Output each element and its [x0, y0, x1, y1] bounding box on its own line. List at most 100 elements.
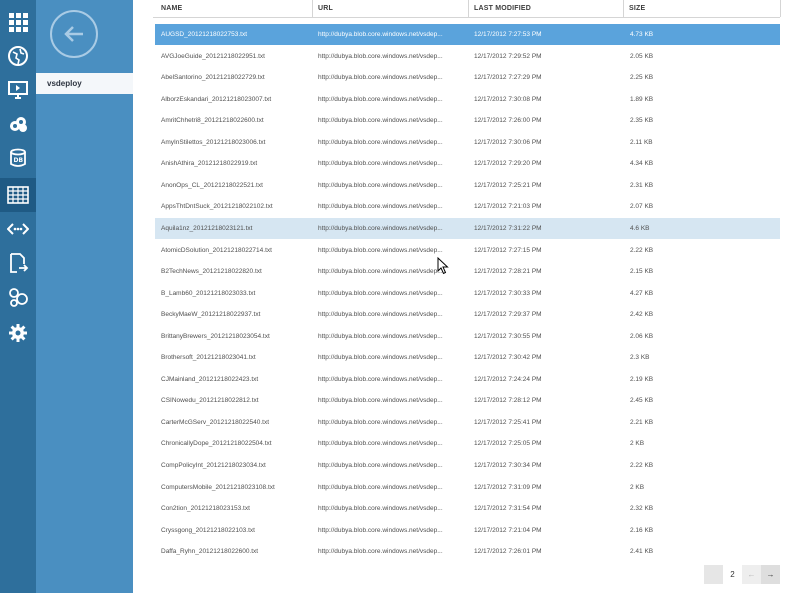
table-row[interactable]: AbelSantorino_20121218022729.txt http://d… — [155, 67, 780, 88]
table-row[interactable]: AlborzEskandari_20121218023007.txt http:/… — [155, 89, 780, 110]
cell-size: 4.6 KB — [630, 224, 650, 232]
table-row[interactable]: CJMainland_20121218022423.txt http://duby… — [155, 369, 780, 390]
table-row[interactable]: AnonOps_CL_20121218022521.txt http://duby… — [155, 175, 780, 196]
cell-last-modified: 12/17/2012 7:26:01 PM — [474, 548, 542, 556]
table-row[interactable]: ChronicallyDope_20121218022504.txt http:/… — [155, 433, 780, 454]
cell-size: 2.25 KB — [630, 74, 654, 82]
cell-last-modified: 12/17/2012 7:25:05 PM — [474, 440, 542, 448]
column-header-name[interactable]: NAME — [156, 0, 313, 17]
cell-name: AppsThtDntSuck_20121218022102.txt — [161, 203, 273, 211]
back-button[interactable] — [50, 10, 98, 58]
cell-last-modified: 12/17/2012 7:27:29 PM — [474, 74, 542, 82]
table-row[interactable]: Daffa_Ryhn_20121218022600.txt http://duby… — [155, 541, 780, 562]
column-header-url[interactable]: URL — [313, 0, 469, 17]
hdinsight-icon[interactable] — [0, 280, 36, 314]
table-row[interactable]: AVGJoeGuide_20121218022951.txt http://dub… — [155, 46, 780, 67]
cell-size: 2.42 KB — [630, 311, 654, 319]
cell-size: 2.45 KB — [630, 397, 654, 405]
column-header-size[interactable]: SIZE — [624, 0, 781, 17]
cell-last-modified: 12/17/2012 7:31:09 PM — [474, 483, 542, 491]
cell-last-modified: 12/17/2012 7:24:24 PM — [474, 375, 542, 383]
networks-icon[interactable] — [0, 212, 36, 246]
cell-last-modified: 12/17/2012 7:28:12 PM — [474, 397, 542, 405]
table-row[interactable]: B_Lamb60_20121218023033.txt http://dubya.… — [155, 283, 780, 304]
cell-name: BrittanyBrewers_20121218023054.txt — [161, 332, 270, 340]
settings-icon[interactable] — [0, 316, 36, 350]
column-header-last-modified[interactable]: LAST MODIFIED — [469, 0, 624, 17]
cloud-services-icon[interactable] — [0, 107, 36, 141]
cell-last-modified: 12/17/2012 7:21:04 PM — [474, 526, 542, 534]
cell-name: ComputersMobile_20121218023108.txt — [161, 483, 275, 491]
cell-url: http://dubya.blob.core.windows.net/vsdep… — [318, 31, 443, 38]
cell-size: 2.31 KB — [630, 181, 654, 189]
pager-next-button[interactable]: → — [761, 565, 780, 584]
cell-last-modified: 12/17/2012 7:27:53 PM — [474, 31, 542, 38]
cell-size: 2.16 KB — [630, 526, 654, 534]
cell-last-modified: 12/17/2012 7:29:52 PM — [474, 52, 542, 60]
table-row[interactable]: AmritChhetri8_20121218022600.txt http://d… — [155, 110, 780, 131]
cell-size: 1.89 KB — [630, 95, 654, 103]
cell-name: ChronicallyDope_20121218022504.txt — [161, 440, 272, 448]
import-export-icon[interactable] — [0, 246, 36, 280]
cell-name: AlborzEskandari_20121218023007.txt — [161, 95, 272, 103]
pager-first-button[interactable] — [704, 565, 723, 584]
table-row[interactable]: AmyInStilettos_20121218023006.txt http://… — [155, 132, 780, 153]
cell-url: http://dubya.blob.core.windows.net/vsdep… — [318, 289, 443, 297]
cell-last-modified: 12/17/2012 7:31:22 PM — [474, 224, 542, 232]
cell-size: 4.27 KB — [630, 289, 654, 297]
table-row[interactable]: Con2tion_20121218023153.txt http://dubya.… — [155, 498, 780, 519]
cell-name: Aquila1nz_20121218023121.txt — [161, 224, 253, 232]
cell-last-modified: 12/17/2012 7:21:03 PM — [474, 203, 542, 211]
table-row[interactable]: AppsThtDntSuck_20121218022102.txt http://… — [155, 196, 780, 217]
cell-url: http://dubya.blob.core.windows.net/vsdep… — [318, 462, 443, 469]
table-row[interactable]: AtomicDSolution_20121218022714.txt http:/… — [155, 240, 780, 261]
cell-name: CarterMcGServ_20121218022540.txt — [161, 418, 270, 426]
cell-url: http://dubya.blob.core.windows.net/vsdep… — [318, 160, 443, 168]
cell-size: 2 KB — [630, 440, 645, 448]
table-row[interactable]: BrittanyBrewers_20121218023054.txt http:/… — [155, 326, 780, 347]
table-row[interactable]: CarterMcGServ_20121218022540.txt http://d… — [155, 412, 780, 433]
sql-databases-icon[interactable]: DB — [0, 141, 36, 175]
cell-url: http://dubya.blob.core.windows.net/vsdep… — [318, 224, 443, 232]
table-row[interactable]: ComputersMobile_20121218023108.txt http:/… — [155, 477, 780, 498]
table-row[interactable]: AUGSD_20121218022753.txt http://dubya.blo… — [155, 24, 780, 45]
cell-name: B2TechNews_20121218022820.txt — [161, 268, 262, 276]
cell-size: 2.06 KB — [630, 332, 654, 340]
storage-side-panel: vsdeploy — [36, 0, 133, 593]
cell-last-modified: 12/17/2012 7:25:21 PM — [474, 181, 542, 189]
table-row[interactable]: CSINowedu_20121218022812.txt http://dubya… — [155, 390, 780, 411]
virtual-machines-icon[interactable] — [0, 73, 36, 107]
table-row[interactable]: B2TechNews_20121218022820.txt http://duby… — [155, 261, 780, 282]
cell-last-modified: 12/17/2012 7:30:33 PM — [474, 289, 542, 297]
table-row[interactable]: AnishAthira_20121218022919.txt http://dub… — [155, 153, 780, 174]
table-row[interactable]: Cryssgong_20121218022103.txt http://dubya… — [155, 520, 780, 541]
all-items-icon[interactable] — [0, 5, 36, 39]
cell-size: 4.73 KB — [630, 31, 654, 38]
cell-url: http://dubya.blob.core.windows.net/vsdep… — [318, 418, 443, 426]
cell-name: AnishAthira_20121218022919.txt — [161, 160, 258, 168]
cell-url: http://dubya.blob.core.windows.net/vsdep… — [318, 95, 443, 103]
cell-name: AUGSD_20121218022753.txt — [161, 31, 248, 38]
table-row[interactable]: Brothersoft_20121218023041.txt http://dub… — [155, 347, 780, 368]
cell-url: http://dubya.blob.core.windows.net/vsdep… — [318, 74, 443, 82]
table-row[interactable]: BeckyMaeW_20121218022937.txt http://dubya… — [155, 304, 780, 325]
cell-last-modified: 12/17/2012 7:25:41 PM — [474, 418, 542, 426]
cell-last-modified: 12/17/2012 7:27:15 PM — [474, 246, 542, 254]
cell-last-modified: 12/17/2012 7:30:06 PM — [474, 138, 542, 146]
cell-size: 4.34 KB — [630, 160, 654, 168]
svg-text:DB: DB — [14, 157, 24, 164]
sidebar-item-vsdeploy[interactable]: vsdeploy — [36, 73, 133, 94]
pager-prev-button[interactable]: ← — [742, 565, 761, 584]
storage-icon[interactable] — [0, 178, 36, 212]
cell-last-modified: 12/17/2012 7:30:34 PM — [474, 462, 542, 469]
cell-url: http://dubya.blob.core.windows.net/vsdep… — [318, 332, 443, 340]
cell-url: http://dubya.blob.core.windows.net/vsdep… — [318, 181, 443, 189]
table-row[interactable]: CompPolicyInt_20121218023034.txt http://d… — [155, 455, 780, 476]
cell-name: AVGJoeGuide_20121218022951.txt — [161, 52, 265, 60]
web-sites-icon[interactable] — [0, 39, 36, 73]
cell-last-modified: 12/17/2012 7:26:00 PM — [474, 117, 542, 125]
table-row[interactable]: Aquila1nz_20121218023121.txt http://dubya… — [155, 217, 780, 239]
cell-size: 2.15 KB — [630, 268, 654, 276]
mouse-cursor-icon — [437, 257, 449, 275]
cell-url: http://dubya.blob.core.windows.net/vsdep… — [318, 526, 443, 534]
